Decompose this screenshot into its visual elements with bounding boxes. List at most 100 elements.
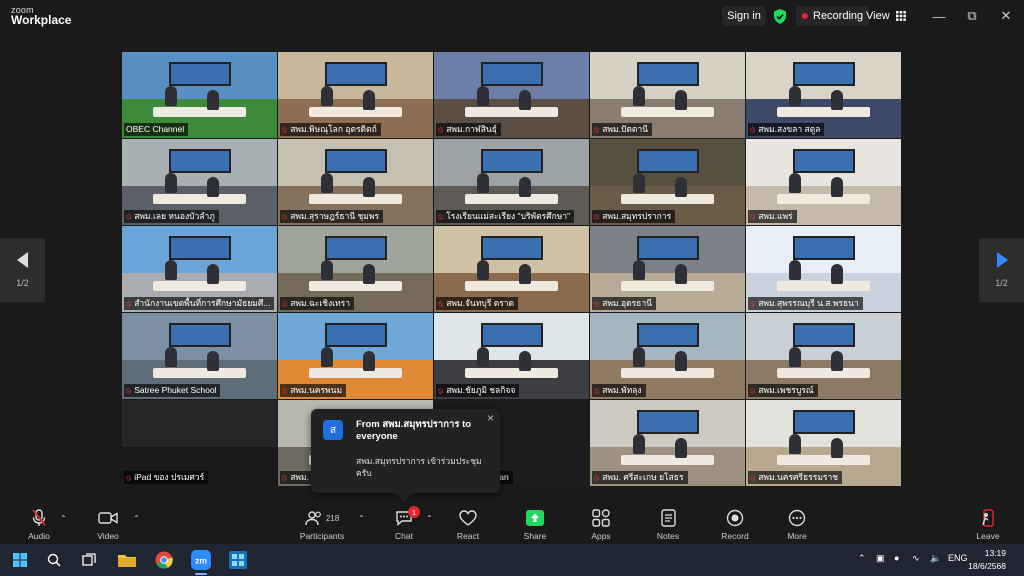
mic-muted-icon: ⦸ xyxy=(438,124,444,134)
more-button[interactable]: More xyxy=(767,508,827,544)
title-bar: zoom Workplace Sign in Recording View — … xyxy=(0,0,1024,32)
person-figure xyxy=(789,347,802,367)
video-button[interactable]: Video xyxy=(78,508,138,544)
participant-video-tile[interactable]: ⦸ สพม.จันทบุรี ตราด xyxy=(434,226,589,312)
meeting-table xyxy=(777,194,870,205)
participant-video-tile[interactable]: ⦸ สพม.แพร่ xyxy=(746,139,901,225)
room-screen xyxy=(792,149,855,174)
search-icon[interactable] xyxy=(42,548,66,572)
mic-muted-icon: ⦸ xyxy=(594,211,600,221)
participant-video-tile[interactable]: ⦸ Satree Phuket School xyxy=(122,313,277,399)
close-notification-icon[interactable]: × xyxy=(487,411,494,425)
participant-video-tile[interactable]: ⦸ สพม.พัทลุง xyxy=(590,313,745,399)
chat-options-caret-icon[interactable]: ⌃ xyxy=(426,514,433,523)
sign-in-button[interactable]: Sign in xyxy=(722,6,766,26)
person-figure xyxy=(207,351,220,371)
person-figure xyxy=(519,264,532,284)
notes-label: Notes xyxy=(656,531,680,541)
person-figure xyxy=(321,260,334,280)
participant-video-tile[interactable]: ⦸ สพม.ฉะเชิงเทรา xyxy=(278,226,433,312)
mic-muted-icon: ⦸ xyxy=(282,298,288,308)
participant-video-tile[interactable]: ⦸ สพม.นครศรีธรรมราช xyxy=(746,400,901,486)
react-button[interactable]: React xyxy=(438,508,498,544)
volume-icon[interactable]: 🔈 xyxy=(930,553,941,564)
video-stage: 1/2 1/2 OBEC Channel ⦸ สพม.พิษณุโลก อุตรดิ… xyxy=(0,32,1024,502)
leave-button[interactable]: Leave xyxy=(958,508,1018,544)
participant-name-label: ⦸ สพม.เพชรบูรณ์ xyxy=(748,384,818,397)
microphone-tray-icon[interactable]: ● xyxy=(894,553,899,563)
heart-icon xyxy=(459,510,477,526)
participant-video-tile[interactable]: ⦸ สพม.ปัตตานี xyxy=(590,52,745,138)
participant-video-tile[interactable]: ⦸ สพม.พิษณุโลก อุตรดิตถ์ xyxy=(278,52,433,138)
video-background xyxy=(122,400,277,448)
network-tray-icon[interactable]: ▣ xyxy=(876,553,885,564)
view-button[interactable]: View xyxy=(862,6,910,26)
task-view-icon[interactable] xyxy=(77,548,101,572)
mic-muted-icon: ⦸ xyxy=(750,298,756,308)
show-hidden-icons-icon[interactable]: ⌃ xyxy=(858,553,866,564)
previous-page-button[interactable]: 1/2 xyxy=(0,238,45,302)
participant-video-tile[interactable]: ⦸ สพม.เพชรบูรณ์ xyxy=(746,313,901,399)
participant-video-tile[interactable]: ⦸ สพม.อุดรธานี xyxy=(590,226,745,312)
participant-video-tile[interactable]: ⦸ สพม. ศรีสะเกษ ยโสธร xyxy=(590,400,745,486)
mic-muted-icon: ⦸ xyxy=(126,298,132,308)
participant-video-tile[interactable]: ⦸ สำนักงานเขตพื้นที่การศึกษามัธยมศึ... xyxy=(122,226,277,312)
input-language[interactable]: ENG xyxy=(948,553,968,563)
close-icon[interactable]: ✕ xyxy=(991,6,1021,26)
participant-name: สพม.ฉะเชิงเทรา xyxy=(290,298,351,308)
participant-video-tile[interactable]: ⦸ สพม.สุราษฎร์ธานี ชุมพร xyxy=(278,139,433,225)
person-figure xyxy=(207,264,220,284)
participant-video-tile[interactable]: ⦸ สพม.กาฬสินธุ์ xyxy=(434,52,589,138)
recording-indicator[interactable]: Recording xyxy=(796,6,870,26)
participant-video-tile[interactable]: ⦸ สพม.สมุทรปราการ xyxy=(590,139,745,225)
encryption-shield-icon[interactable] xyxy=(771,6,789,26)
participant-video-tile[interactable]: ⦸ สพม.สงขลา สตูล xyxy=(746,52,901,138)
restore-icon[interactable]: ⧉ xyxy=(957,6,987,26)
person-figure xyxy=(831,90,844,110)
participant-video-tile[interactable]: ⦸ สพม.เลย หนองบัวลำภู xyxy=(122,139,277,225)
participant-name-label: ⦸ สพม.อุดรธานี xyxy=(592,297,656,310)
chrome-icon[interactable] xyxy=(152,548,176,572)
participant-video-tile[interactable]: OBEC Channel xyxy=(122,52,277,138)
audio-options-caret-icon[interactable]: ⌃ xyxy=(60,514,67,523)
minimize-icon[interactable]: — xyxy=(924,6,954,26)
mic-muted-icon: ⦸ xyxy=(594,472,600,482)
participants-options-caret-icon[interactable]: ⌃ xyxy=(358,514,365,523)
room-screen xyxy=(636,149,699,174)
share-button[interactable]: Share xyxy=(505,508,565,544)
logo-line2: Workplace xyxy=(11,13,72,27)
meeting-table xyxy=(777,107,870,118)
next-page-button[interactable]: 1/2 xyxy=(979,238,1024,302)
participant-name: สพม. xyxy=(290,472,309,482)
sender-avatar: ส xyxy=(323,420,343,440)
person-figure xyxy=(165,347,178,367)
notes-button[interactable]: Notes xyxy=(638,508,698,544)
mic-muted-icon: ⦸ xyxy=(438,211,444,221)
clock-time: 13:19 xyxy=(984,548,1006,558)
windows-start-icon[interactable] xyxy=(8,548,32,572)
participant-video-tile[interactable]: ⦸ iPad ของ ปรเมศวร์ xyxy=(122,400,277,486)
person-figure xyxy=(363,351,376,371)
participant-video-tile[interactable]: ⦸ สพม.สุพรรณบุรี น.ส.พรธนา xyxy=(746,226,901,312)
person-figure xyxy=(633,260,646,280)
video-options-caret-icon[interactable]: ⌃ xyxy=(133,514,140,523)
chat-button[interactable]: 1 Chat xyxy=(374,506,434,544)
apps-button[interactable]: Apps xyxy=(571,508,631,544)
participant-video-tile[interactable]: ⦸ โรงเรียนแม่สะเรียง "บริพัตรศึกษา" xyxy=(434,139,589,225)
svg-text:zm: zm xyxy=(195,556,207,566)
file-explorer-icon[interactable] xyxy=(115,548,139,572)
participants-button[interactable]: 218 Participants xyxy=(292,508,352,544)
participant-video-tile[interactable]: ⦸ สพม.นครพนม xyxy=(278,313,433,399)
app-grid-icon[interactable] xyxy=(226,548,250,572)
zoom-taskbar-icon[interactable]: zm xyxy=(189,548,213,575)
person-figure xyxy=(363,264,376,284)
meeting-table xyxy=(465,107,558,118)
wifi-icon[interactable]: ∿ xyxy=(912,553,920,564)
chat-notification[interactable]: ส From สพม.สมุทรปราการ to everyone สพม.ส… xyxy=(311,409,500,502)
record-button[interactable]: Record xyxy=(705,508,765,544)
participant-video-tile[interactable]: ⦸ สพม.ชัยภูมิ ชลกิจจ xyxy=(434,313,589,399)
record-icon xyxy=(726,509,744,527)
meeting-table xyxy=(309,281,402,292)
taskbar-clock[interactable]: 13:19 18/6/2568 xyxy=(968,547,1006,573)
recording-label: Recording xyxy=(813,10,864,22)
